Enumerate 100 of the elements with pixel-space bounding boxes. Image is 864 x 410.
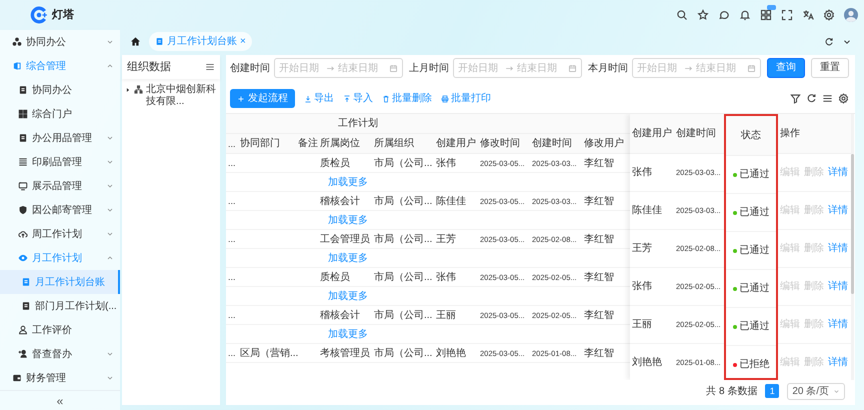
page-size-select[interactable]: 20 条/页 xyxy=(787,382,845,400)
sidebar-item[interactable]: 办公用品管理 xyxy=(0,126,120,150)
settings-icon[interactable] xyxy=(838,93,849,104)
search-icon[interactable] xyxy=(676,9,688,21)
sidebar-item[interactable]: 月工作计划 xyxy=(0,246,120,270)
action-link[interactable]: 详情 xyxy=(828,165,848,180)
sidebar-item[interactable]: 月工作计划台账 xyxy=(0,270,120,294)
office-icon xyxy=(12,61,22,71)
end-date-field[interactable]: 结束日期 xyxy=(517,60,561,76)
sidebar-item[interactable]: 综合门户 xyxy=(0,102,120,126)
column-header: ... xyxy=(226,134,238,154)
chat-icon[interactable] xyxy=(718,9,730,21)
load-more-link[interactable]: 加载更多 xyxy=(328,253,368,264)
caret-right-icon[interactable] xyxy=(125,87,131,93)
menu-icon[interactable] xyxy=(205,62,215,72)
status-text: 已通过 xyxy=(740,206,770,220)
bell-icon[interactable] xyxy=(739,9,751,21)
start-date-field[interactable]: 开始日期 xyxy=(279,60,323,76)
filter-icon[interactable] xyxy=(790,93,801,104)
sidebar-item[interactable]: 协同办公 xyxy=(0,30,120,54)
tree-node[interactable]: 北京中烟创新科技有限... xyxy=(122,79,220,113)
table-cell: ... xyxy=(228,272,236,282)
filter-label: 本月时间 xyxy=(588,62,628,76)
arrow-icon xyxy=(684,64,693,72)
refresh-icon[interactable] xyxy=(824,36,834,46)
fullscreen-icon[interactable] xyxy=(781,9,793,21)
close-button[interactable]: × xyxy=(240,36,246,46)
sidebar-item[interactable]: 财务管理 xyxy=(0,366,120,390)
tab[interactable]: 月工作计划台账 × xyxy=(149,32,252,51)
document-icon xyxy=(21,301,31,311)
apps-icon[interactable] xyxy=(760,9,772,21)
load-more-link[interactable]: 加载更多 xyxy=(328,215,368,226)
table-cell: 市局（公司... xyxy=(374,272,432,283)
table-cell: 李红智 xyxy=(584,272,614,283)
toolbar-link[interactable]: 批量删除 xyxy=(382,91,432,106)
status-text: 已拒绝 xyxy=(740,358,770,372)
date-range-field[interactable]: 开始日期 结束日期 xyxy=(274,58,403,78)
notification-badge xyxy=(767,5,776,10)
shield-icon xyxy=(18,205,28,215)
reset-button[interactable]: 重置 xyxy=(811,58,849,78)
start-process-button[interactable]: 发起流程 xyxy=(230,89,295,108)
action-link[interactable]: 详情 xyxy=(828,317,848,332)
end-date-field[interactable]: 结束日期 xyxy=(696,60,740,76)
column-header: 所属组织 xyxy=(372,134,434,154)
toolbar-link[interactable]: 导入 xyxy=(343,91,373,106)
action-link[interactable]: 详情 xyxy=(828,241,848,256)
refresh-icon[interactable] xyxy=(806,93,817,104)
translate-icon[interactable] xyxy=(802,9,814,21)
sidebar-item[interactable]: 印刷品管理 xyxy=(0,150,120,174)
sidebar-item[interactable]: 协同办公 xyxy=(0,78,120,102)
search-button[interactable]: 查询 xyxy=(767,58,805,78)
sidebar-item[interactable]: 部门月工作计划(... xyxy=(0,294,120,318)
sidebar-item[interactable]: 工作评价 xyxy=(0,318,120,342)
table-cell: 李红智 xyxy=(584,234,614,245)
table-cell: 张伟 xyxy=(436,158,456,169)
action-link[interactable]: 详情 xyxy=(828,203,848,218)
printer-icon xyxy=(441,94,449,102)
document-icon xyxy=(18,133,28,143)
start-date-field[interactable]: 开始日期 xyxy=(637,60,681,76)
grid-icon xyxy=(18,109,28,119)
date-range-field[interactable]: 开始日期 结束日期 xyxy=(632,58,761,78)
settings-icon[interactable] xyxy=(823,9,835,21)
column-header: 备注 xyxy=(296,134,318,154)
sidebar-item[interactable]: 周工作计划 xyxy=(0,222,120,246)
list-icon xyxy=(18,157,28,167)
home-icon[interactable] xyxy=(130,36,141,47)
arrow-icon xyxy=(326,64,335,72)
table-cell: 李红智 xyxy=(584,310,614,321)
table-cell: 质检员 xyxy=(320,272,350,283)
table-cell: 区局（营销... xyxy=(240,348,298,359)
load-more-link[interactable]: 加载更多 xyxy=(328,329,368,340)
sidebar-item[interactable]: 督查督办 xyxy=(0,342,120,366)
page-button[interactable]: 1 xyxy=(765,384,780,398)
org-chart-icon xyxy=(134,85,143,94)
toolbar-link[interactable]: 导出 xyxy=(304,91,334,106)
table-cell-text: 张伟 xyxy=(632,166,652,180)
list-icon[interactable] xyxy=(822,93,833,104)
column-header: 创建时间 xyxy=(676,128,716,139)
collapse-button[interactable]: « xyxy=(52,394,68,408)
star-icon[interactable] xyxy=(697,9,709,21)
end-date-field[interactable]: 结束日期 xyxy=(338,60,382,76)
action-link[interactable]: 详情 xyxy=(828,355,848,370)
column-header: 创建用户 xyxy=(434,134,478,154)
chevron-down-icon xyxy=(833,388,840,394)
table-cell: 市局（公司... xyxy=(374,158,432,169)
filter-label: 创建时间 xyxy=(230,62,270,76)
action-link[interactable]: 详情 xyxy=(828,279,848,294)
sidebar-item[interactable]: 展示品管理 xyxy=(0,174,120,198)
sidebar-item[interactable]: 综合管理 xyxy=(0,54,120,78)
avatar[interactable] xyxy=(844,8,858,22)
column-header: 操作 xyxy=(780,128,800,139)
date-range-field[interactable]: 开始日期 结束日期 xyxy=(453,58,582,78)
sidebar-item[interactable]: 因公邮寄管理 xyxy=(0,198,120,222)
toolbar-link[interactable]: 批量打印 xyxy=(441,91,491,106)
table-cell: ... xyxy=(228,310,236,320)
start-date-field[interactable]: 开始日期 xyxy=(458,60,502,76)
load-more-link[interactable]: 加载更多 xyxy=(328,177,368,188)
status-text: 已通过 xyxy=(740,282,770,296)
load-more-link[interactable]: 加载更多 xyxy=(328,291,368,302)
column-header: 修改时间 xyxy=(478,134,530,154)
